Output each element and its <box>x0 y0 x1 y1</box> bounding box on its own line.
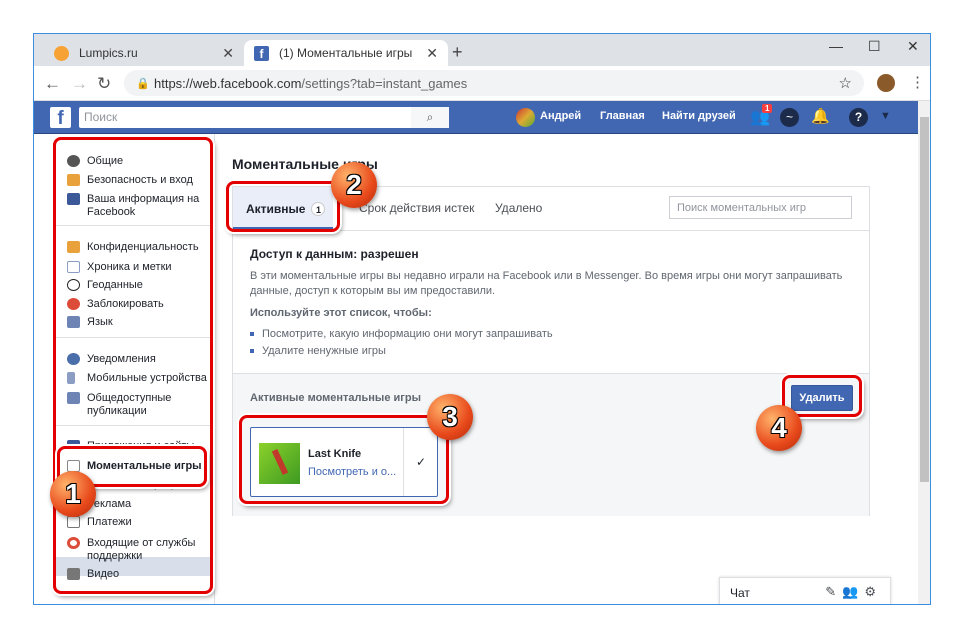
callout-1: 1 <box>50 471 96 517</box>
minimize-button[interactable]: — <box>829 38 843 54</box>
close-window-button[interactable]: ✕ <box>907 38 919 55</box>
notification-badge: 1 <box>762 104 773 113</box>
tab-bar: Lumpics.ru ✕ f (1) Моментальные игры ✕ + — … <box>34 34 930 66</box>
callout-4: 4 <box>756 405 802 451</box>
callout-2: 2 <box>331 162 377 208</box>
use-title: Используйте этот список, чтобы: <box>250 307 432 319</box>
scroll-thumb[interactable] <box>920 117 929 482</box>
gear-icon[interactable]: ⚙ <box>864 584 882 599</box>
search-placeholder: Поиск <box>84 110 118 124</box>
scrollbar[interactable] <box>918 101 930 604</box>
close-tab-icon[interactable]: ✕ <box>222 45 234 62</box>
facebook-header: f Поиск ⌕ Андрей Главная Найти друзей 👥 1… <box>34 101 918 134</box>
facebook-logo[interactable]: f <box>50 107 71 129</box>
info-title: Доступ к данным: разрешен <box>250 247 419 261</box>
lumpics-favicon-icon <box>54 45 69 61</box>
search-icon[interactable]: ⌕ <box>411 107 449 128</box>
fb-search-input[interactable]: Поиск ⌕ <box>79 107 449 128</box>
nav-find-friends[interactable]: Найти друзей <box>662 110 736 122</box>
help-icon[interactable]: ? <box>849 108 868 127</box>
nav-profile[interactable]: Андрей <box>540 110 581 122</box>
maximize-button[interactable]: ☐ <box>868 38 881 55</box>
callout-3: 3 <box>427 394 473 440</box>
facebook-favicon-icon: f <box>254 45 269 61</box>
lock-icon: 🔒 <box>136 77 150 90</box>
highlight-sidebar <box>53 137 213 594</box>
reload-button[interactable]: ↻ <box>97 74 111 94</box>
menu-icon[interactable]: ⋮ <box>910 73 925 91</box>
info-text: В эти моментальные игры вы недавно играл… <box>250 270 843 297</box>
profile-avatar[interactable] <box>877 74 895 92</box>
url-path: /settings?tab=instant_games <box>301 75 468 91</box>
tab-instant-games[interactable]: f (1) Моментальные игры ✕ <box>244 40 448 66</box>
bookmark-star-icon[interactable]: ☆ <box>839 74 852 92</box>
url-host: https://web.facebook.com <box>154 75 302 91</box>
address-bar-row: ← → ↻ 🔒 https://web.facebook.com/settings… <box>34 66 930 101</box>
highlight-game-card <box>239 415 449 504</box>
compose-icon[interactable]: ✎ <box>825 584 842 599</box>
account-menu-chevron-icon[interactable]: ▼ <box>880 110 891 122</box>
new-tab-button[interactable]: + <box>452 42 463 63</box>
tab-lumpics[interactable]: Lumpics.ru ✕ <box>44 40 244 66</box>
back-button[interactable]: ← <box>44 74 61 94</box>
tab-title: (1) Моментальные игры <box>279 46 413 60</box>
bullet-item: Удалите ненужные игры <box>250 345 860 357</box>
bullet-item: Посмотрите, какую информацию они могут з… <box>250 328 860 340</box>
nav-home[interactable]: Главная <box>600 110 645 122</box>
close-tab-icon[interactable]: ✕ <box>426 45 438 62</box>
url-field[interactable]: 🔒 https://web.facebook.com/settings?tab=i… <box>124 70 864 96</box>
messenger-icon[interactable]: ~ <box>780 108 799 127</box>
chat-bar[interactable]: Чат ✎👥⚙ <box>719 577 891 604</box>
info-section: Доступ к данным: разрешен В эти моментал… <box>250 247 860 362</box>
chat-label: Чат <box>730 586 750 600</box>
highlight-active-tab <box>226 181 340 232</box>
tab-expired[interactable]: Срок действия истек <box>359 201 474 215</box>
user-avatar[interactable] <box>516 108 535 127</box>
games-search-input[interactable]: Поиск моментальных игр <box>669 196 852 219</box>
tab-title: Lumpics.ru <box>79 46 138 60</box>
forward-button[interactable]: → <box>71 74 88 94</box>
section-label: Активные моментальные игры <box>250 392 421 404</box>
group-icon[interactable]: 👥 <box>842 584 864 599</box>
notifications-bell-icon[interactable]: 🔔 <box>811 107 830 125</box>
tab-removed[interactable]: Удалено <box>495 201 542 215</box>
